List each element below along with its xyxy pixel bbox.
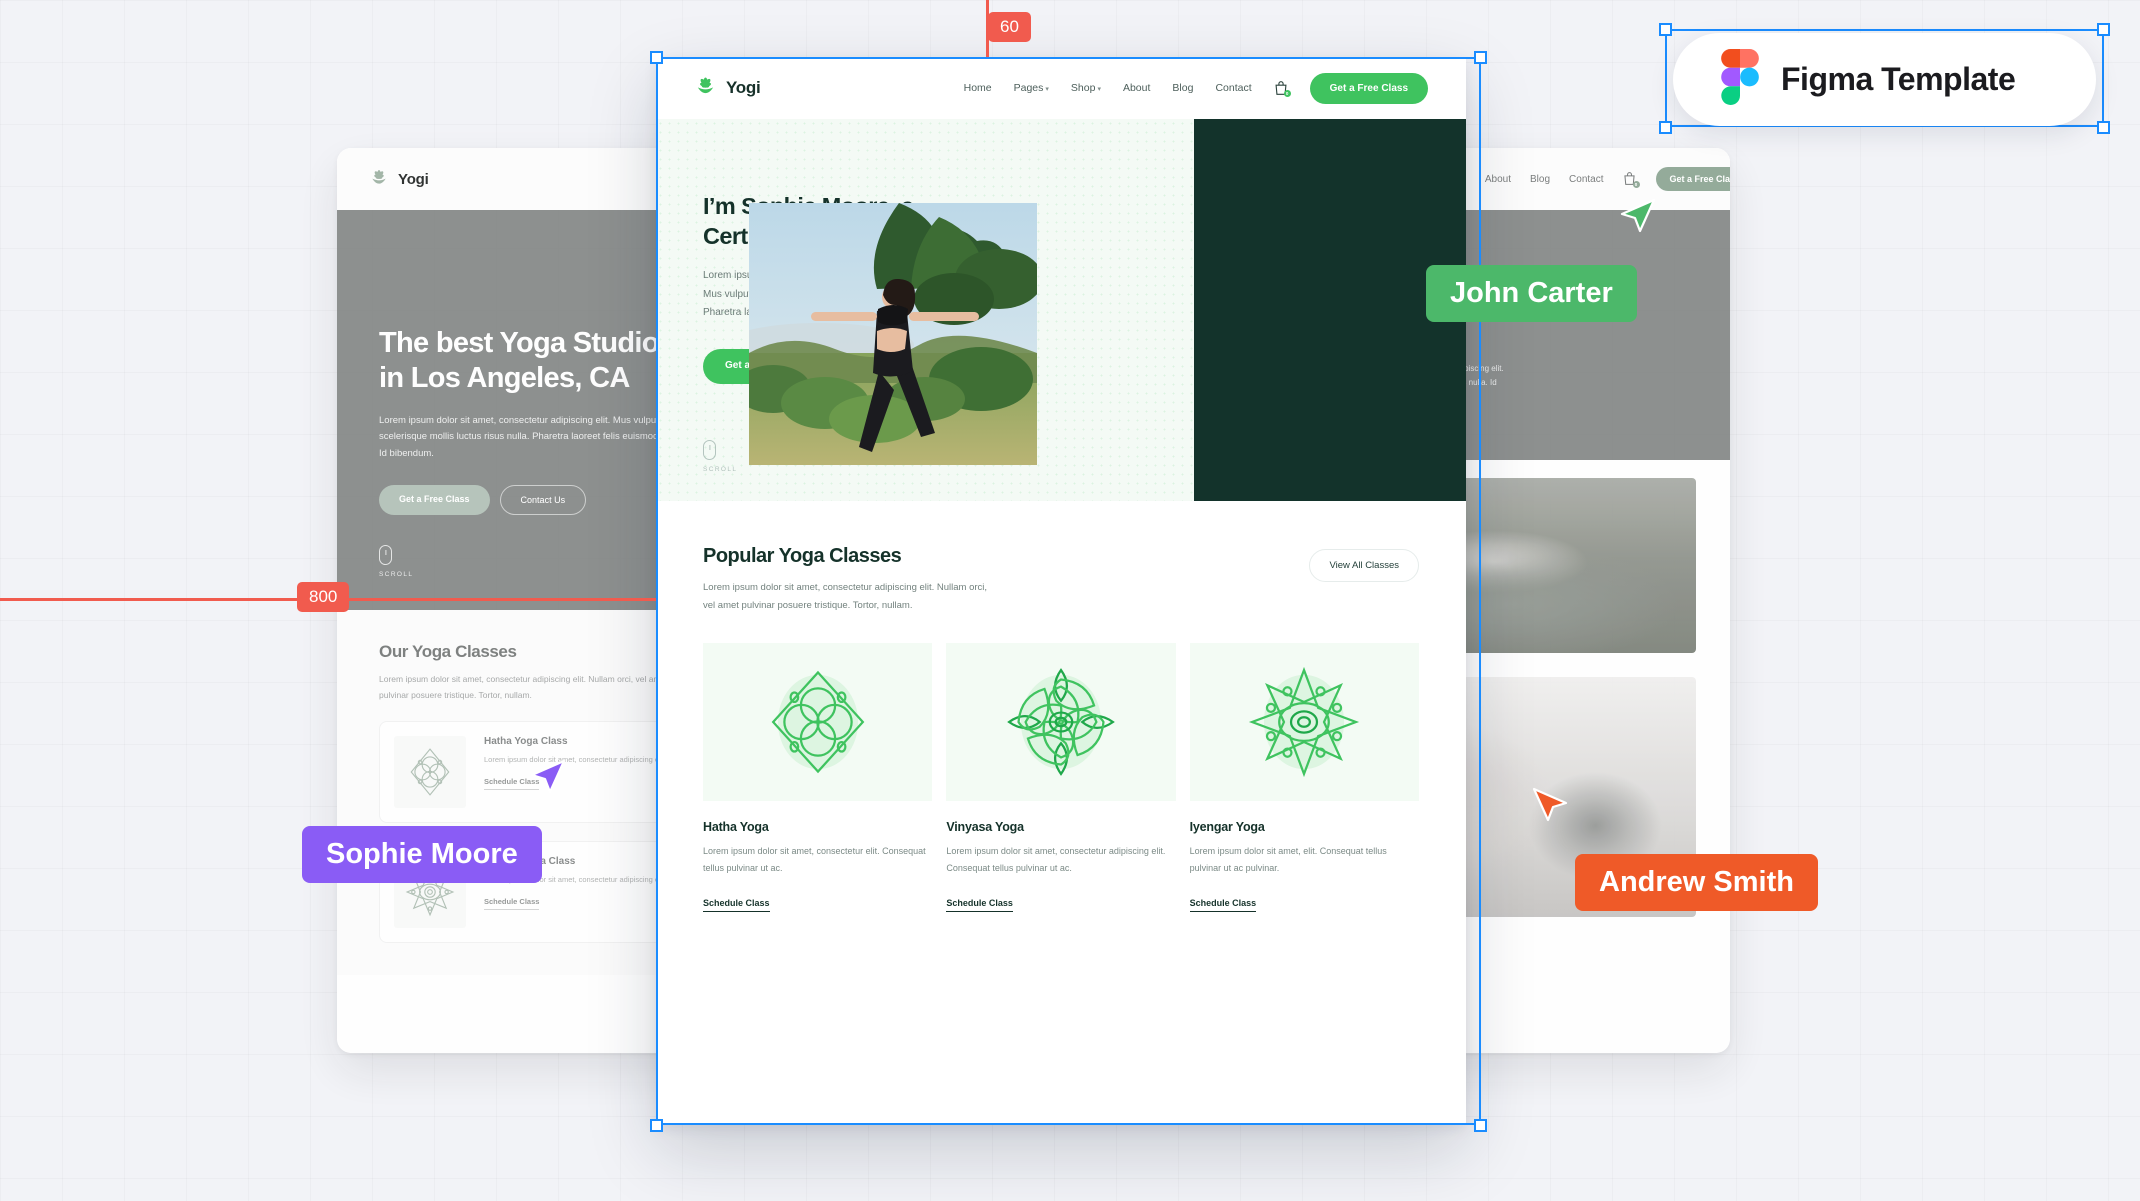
class-card-text: Lorem ipsum dolor sit amet, consectetur …: [703, 846, 926, 874]
selection-handle-bottom-left[interactable]: [650, 1119, 663, 1132]
shopping-bag-icon[interactable]: 0: [1623, 171, 1640, 188]
collaborator-label-john-carter: John Carter: [1426, 265, 1637, 322]
pill-handle-bottom-right[interactable]: [2097, 121, 2110, 134]
class-card-text: Lorem ipsum dolor sit amet, consectetur …: [946, 846, 1166, 874]
arrow-cursor: [530, 759, 566, 794]
figma-logo-icon: [1721, 49, 1759, 110]
view-all-classes-button[interactable]: View All Classes: [1309, 549, 1419, 582]
nav-link-blog[interactable]: Blog: [1172, 82, 1193, 94]
class-card-title: Iyengar Yoga: [1189, 820, 1265, 835]
selected-page-front[interactable]: Yogi Home Pages ▾ Shop ▾ About Blog Contac…: [656, 57, 1466, 1125]
left-page-contact-us-button[interactable]: Contact Us: [499, 484, 587, 515]
nav-link-about[interactable]: About: [1485, 174, 1511, 185]
mandala-lotus-flower-icon: [946, 643, 1176, 802]
pill-handle-bottom-left[interactable]: [1659, 121, 1672, 134]
collaborator-label-sophie-moore: Sophie Moore: [302, 826, 542, 883]
class-card[interactable]: Vinyasa Yoga Lorem ipsum dolor sit amet,…: [946, 643, 1176, 913]
front-page-get-free-class-button[interactable]: Get a Free Class: [1309, 72, 1428, 104]
pill-handle-top-left[interactable]: [1659, 23, 1672, 36]
right-page-get-free-class-button[interactable]: Get a Free Class: [1655, 167, 1730, 191]
figma-template-label: Figma Template: [1781, 61, 2016, 97]
class-card-title: Hatha Yoga: [703, 820, 769, 835]
mandala-star-eye-icon: [1189, 643, 1419, 802]
schedule-class-link[interactable]: Schedule Class: [1189, 898, 1257, 913]
class-card[interactable]: Iyengar Yoga Lorem ipsum dolor sit amet,…: [1189, 643, 1419, 913]
classes-section-title: Popular Yoga Classes: [703, 545, 902, 567]
figma-template-pill[interactable]: Figma Template: [1673, 33, 2096, 126]
front-page-hero: I’m Sophie Moore, a Certified Yoga Instr…: [656, 119, 1466, 501]
classes-section-subtitle: Lorem ipsum dolor sit amet, consectetur …: [703, 582, 988, 612]
collaborator-label-andrew-smith: Andrew Smith: [1575, 854, 1818, 911]
nav-link-pages[interactable]: Pages ▾: [1014, 82, 1049, 94]
schedule-class-link[interactable]: Schedule Class: [946, 898, 1013, 913]
nav-link-contact[interactable]: Contact: [1215, 82, 1251, 94]
hero-photo-warrior-pose: [749, 203, 1037, 465]
figma-canvas: Yogi Home The best Yoga Studio in Los An…: [0, 0, 2140, 1201]
nav-link-home[interactable]: Home: [964, 82, 992, 94]
mandala-petal-diamond-icon: [703, 643, 933, 802]
lotus-logo-icon: [369, 167, 389, 192]
front-page-brand-name: Yogi: [726, 78, 761, 97]
left-page-get-free-class-button[interactable]: Get a Free Class: [379, 484, 490, 515]
heading-line-1: The best Yoga Studio: [379, 327, 659, 359]
front-page-scroll-label: SCROLL: [703, 466, 738, 473]
classes-card-grid: Hatha Yoga Lorem ipsum dolor sit amet, c…: [703, 643, 1419, 913]
measure-badge-60: 60: [988, 12, 1031, 42]
nav-link-shop[interactable]: Shop▾: [1071, 82, 1101, 94]
selection-handle-top-left[interactable]: [650, 51, 663, 64]
front-page-navbar: Yogi Home Pages ▾ Shop ▾ About Blog Contac…: [656, 57, 1466, 119]
class-card-text: Lorem ipsum dolor sit amet, elit. Conseq…: [1189, 846, 1387, 874]
mandala-petal-diamond-icon: [394, 736, 466, 809]
schedule-class-link[interactable]: Schedule Class: [703, 898, 770, 913]
left-page-brand-name: Yogi: [398, 170, 429, 188]
selection-handle-bottom-right[interactable]: [1474, 1119, 1487, 1132]
right-page-nav-links: Shop▾ About Blog Contact 0 Get a Free Cl…: [1437, 167, 1730, 191]
front-page-nav-links: Home Pages ▾ Shop ▾ About Blog Contact 0 G…: [964, 72, 1428, 104]
front-page-classes-section: Popular Yoga Classes Lorem ipsum dolor s…: [656, 501, 1466, 913]
nav-link-blog[interactable]: Blog: [1530, 174, 1550, 185]
nav-link-contact[interactable]: Contact: [1569, 174, 1603, 185]
left-page-brand[interactable]: Yogi: [369, 167, 429, 192]
class-card-title: Vinyasa Yoga: [946, 820, 1024, 835]
heading-line-2: in Los Angeles, CA: [379, 362, 630, 395]
selection-handle-top-right[interactable]: [1474, 51, 1487, 64]
cart-badge: 0: [1632, 181, 1640, 188]
cart-badge: 0: [1283, 90, 1291, 97]
arrow-cursor: [1620, 198, 1656, 233]
measure-badge-800: 800: [297, 582, 350, 612]
front-page-brand[interactable]: Yogi: [694, 74, 761, 102]
chevron-down-icon: ▾: [1045, 86, 1049, 93]
left-page-section-subtitle: Lorem ipsum dolor sit amet, consectetur …: [379, 674, 668, 700]
front-page-scroll-indicator: SCROLL: [703, 440, 737, 473]
nav-link-about[interactable]: About: [1123, 82, 1150, 94]
lotus-logo-icon: [694, 74, 717, 102]
shopping-bag-icon[interactable]: 0: [1274, 80, 1291, 97]
mouse-scroll-icon: [379, 544, 392, 565]
left-page-schedule-class-link[interactable]: Schedule Class: [484, 897, 540, 910]
classes-section-header: Popular Yoga Classes Lorem ipsum dolor s…: [703, 545, 1419, 615]
arrow-cursor: [1532, 787, 1568, 822]
left-page-hero-paragraph: Lorem ipsum dolor sit amet, consectetur …: [379, 414, 673, 459]
class-card[interactable]: Hatha Yoga Lorem ipsum dolor sit amet, c…: [703, 643, 933, 913]
chevron-down-icon: ▾: [1097, 86, 1101, 93]
mouse-scroll-icon: [703, 440, 716, 460]
pill-handle-top-right[interactable]: [2097, 23, 2110, 36]
